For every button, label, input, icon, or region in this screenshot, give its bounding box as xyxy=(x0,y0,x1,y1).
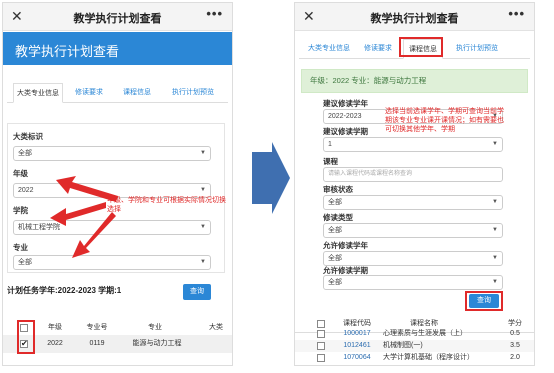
row-checkbox[interactable] xyxy=(317,354,325,362)
tab-plan-preview[interactable]: 执行计划预览 xyxy=(449,39,505,59)
arrow-to-grade xyxy=(56,176,118,202)
row-credit: 3.5 xyxy=(510,342,520,349)
table-row[interactable]: 1012461 机械制图(一) 3.5 xyxy=(295,340,534,352)
study-type-label: 修读类型 xyxy=(323,213,353,222)
suggest-year-label: 建议修读学年 xyxy=(323,99,368,108)
row-name: 大学计算机基础（程序设计） xyxy=(383,354,474,361)
suggest-term-select[interactable]: 1 ▼ xyxy=(323,137,503,152)
allow-term-select[interactable]: 全部 ▼ xyxy=(323,275,503,290)
select-all-checkbox[interactable] xyxy=(317,320,325,328)
row-credit: 2.0 xyxy=(510,354,520,361)
row-name: 机械制图(一) xyxy=(383,342,423,349)
query-button-highlight xyxy=(465,291,503,311)
row-code[interactable]: 1012461 xyxy=(335,340,379,352)
audit-label: 审核状态 xyxy=(323,185,353,194)
active-tab-highlight xyxy=(399,37,443,57)
row-code[interactable]: 1000017 xyxy=(335,328,379,340)
right-top-bar: ✕ 教学执行计划查看 ••• xyxy=(295,3,534,31)
study-type-select[interactable]: 全部 ▼ xyxy=(323,223,503,238)
major-banner: 年级：2022 专业：能源与动力工程 xyxy=(301,69,528,93)
course-search-input[interactable]: 请输入课程代码或课程名称查询 xyxy=(323,167,503,182)
row-name: 心理素质与生涯发展（上） xyxy=(383,330,467,337)
course-label: 课程 xyxy=(323,157,338,166)
row-checkbox[interactable] xyxy=(317,342,325,350)
chevron-down-icon: ▼ xyxy=(492,141,498,147)
allow-year-select[interactable]: 全部 ▼ xyxy=(323,251,503,266)
arrow-to-major xyxy=(72,212,116,258)
big-arrow-icon xyxy=(252,142,290,214)
top-bar-title: 教学执行计划查看 xyxy=(370,13,459,25)
right-screenshot: ✕ 教学执行计划查看 ••• 大类专业信息 修读要求 课程信息 执行计划预览 年… xyxy=(294,2,535,366)
chevron-down-icon: ▼ xyxy=(492,199,498,205)
chevron-down-icon: ▼ xyxy=(492,227,498,233)
right-annotation: 选择当前选课学年、学期可查询当前学期该专业专业课开课情况；如有需要也可切换其他学… xyxy=(385,108,504,133)
allow-year-label: 允许修读学年 xyxy=(323,241,368,250)
table-row[interactable]: 1000017 心理素质与生涯发展（上） 0.5 xyxy=(295,328,534,340)
row-credit: 0.5 xyxy=(510,330,520,337)
row-code[interactable]: 1070064 xyxy=(335,352,379,364)
chevron-down-icon: ▼ xyxy=(492,255,498,261)
audit-select[interactable]: 全部 ▼ xyxy=(323,195,503,210)
row-checkbox[interactable] xyxy=(317,330,325,338)
arrow-to-college xyxy=(50,202,106,226)
tab-requirements[interactable]: 修读要求 xyxy=(359,39,397,59)
tab-major-info[interactable]: 大类专业信息 xyxy=(305,39,353,59)
suggest-term-label: 建议修读学期 xyxy=(323,127,368,136)
table-row[interactable]: 1070064 大学计算机基础（程序设计） 2.0 xyxy=(295,352,534,364)
more-icon[interactable]: ••• xyxy=(508,6,525,21)
chevron-down-icon: ▼ xyxy=(492,279,498,285)
